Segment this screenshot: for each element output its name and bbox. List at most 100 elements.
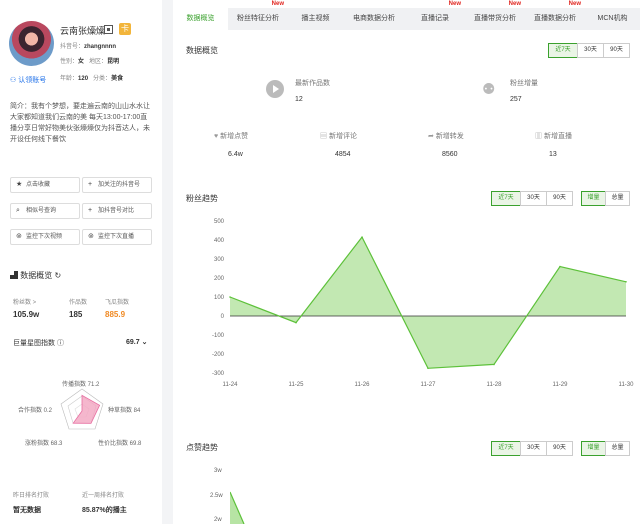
user-icon: ⚇ xyxy=(10,77,19,84)
y-tick-label: -300 xyxy=(212,371,225,377)
monitor-video-button[interactable]: ⊚ 监控下次视频 xyxy=(10,229,80,245)
radar-label-spread: 传播指数 71.2 xyxy=(62,380,100,388)
tab-fans-analysis[interactable]: 粉丝特征分析 New xyxy=(228,1,288,30)
summary-range-90d[interactable]: 90天 xyxy=(603,43,630,58)
search-icon: ⌕ xyxy=(16,207,20,214)
lives-value: 13 xyxy=(549,151,557,158)
tab-mcn[interactable]: MCN机构 xyxy=(585,8,640,30)
rank-yesterday-value: 暂无数据 xyxy=(13,507,41,514)
fans-range-90d[interactable]: 90天 xyxy=(546,191,573,206)
fans-range-30d[interactable]: 30天 xyxy=(520,191,547,206)
fans-mode-increment[interactable]: 增量 xyxy=(581,191,606,206)
x-tick-label: 11-26 xyxy=(355,382,371,388)
fans-range-7d[interactable]: 近7天 xyxy=(491,191,521,206)
profile-sidebar: 云南张燺燺 卡 抖音号：zhangnnnn 性别：女 地区：昆明 年龄：120 … xyxy=(0,0,162,524)
fans-mode-total[interactable]: 总量 xyxy=(605,191,630,206)
avatar[interactable] xyxy=(9,21,54,66)
likes-label: ♥ 新增点赞 xyxy=(214,133,249,140)
radar-label-value: 性价比指数 69.8 xyxy=(98,439,142,447)
likes-tick: 3w xyxy=(214,468,222,474)
plus-icon: + xyxy=(88,181,93,188)
age-category-row: 年龄：120 分类：美食 xyxy=(60,76,124,82)
profile-name: 云南张燺燺 xyxy=(60,26,106,36)
data-point[interactable] xyxy=(625,281,627,283)
qr-code-icon[interactable] xyxy=(104,25,113,34)
likes-mode-increment[interactable]: 增量 xyxy=(581,441,606,456)
plus-icon: + xyxy=(88,207,93,214)
fans-trend-chart: 500 400 300 200 100 0 -100 -200 -300 11-24 11-25 11… xyxy=(212,219,635,388)
radar-label-growth: 涨粉指数 68.3 xyxy=(25,439,63,447)
comment-icon: ▤ xyxy=(320,133,329,140)
x-tick-label: 11-30 xyxy=(619,382,635,388)
tab-live-records[interactable]: 直播记录 New xyxy=(405,1,465,30)
tab-overview[interactable]: 数据概览 xyxy=(173,8,228,30)
compare-button[interactable]: + 加抖音号对比 xyxy=(82,203,152,219)
shares-value: 8560 xyxy=(442,151,458,158)
quality-value[interactable]: 69.7 ⌄ xyxy=(126,338,147,346)
refresh-icon[interactable]: ↻ xyxy=(54,271,61,280)
works-count: 185 xyxy=(69,310,83,319)
share-icon: ➦ xyxy=(428,133,436,140)
summary-range-7d[interactable]: 近7天 xyxy=(548,43,578,58)
new-badge: New xyxy=(448,1,461,7)
tab-videos[interactable]: 播主视频 xyxy=(288,8,343,30)
account-badge-icon: 卡 xyxy=(119,23,131,35)
y-tick-label: 200 xyxy=(214,276,225,282)
radar-chart: 传播指数 71.2 种草指数 84 性价比指数 69.8 涨粉指数 68.3 合… xyxy=(18,380,142,447)
monitor-live-button[interactable]: ⊚ 监控下次直播 xyxy=(82,229,152,245)
fans-growth-label: 粉丝增量 xyxy=(510,80,538,87)
favorite-button[interactable]: ★ 点击收藏 xyxy=(10,177,80,193)
bar-chart-icon: ▟ xyxy=(10,271,21,280)
summary-title: 数据概览 xyxy=(186,46,218,55)
fans-trend-title: 粉丝趋势 xyxy=(186,194,218,203)
data-point[interactable] xyxy=(559,265,561,268)
works-label: 作品数 xyxy=(69,300,88,306)
tab-ecommerce[interactable]: 电商数据分析 xyxy=(343,8,405,30)
new-badge: New xyxy=(568,1,581,7)
likes-range-7d[interactable]: 近7天 xyxy=(491,441,521,456)
data-point[interactable] xyxy=(295,321,297,324)
y-tick-label: -200 xyxy=(212,352,225,358)
data-point[interactable] xyxy=(493,363,495,366)
likes-trend-title: 点赞趋势 xyxy=(186,443,218,452)
quality-label: 巨量星图指数 ⓘ xyxy=(13,340,64,347)
douyin-id-row: 抖音号：zhangnnnn xyxy=(60,44,117,50)
data-point[interactable] xyxy=(229,296,231,298)
likes-tick: 2w xyxy=(214,517,222,523)
tab-live-data[interactable]: 直播数据分析 New xyxy=(525,1,585,30)
likes-range-30d[interactable]: 30天 xyxy=(520,441,547,456)
summary-range-30d[interactable]: 30天 xyxy=(577,43,604,58)
overview-title: ▟ 数据概览 ↻ xyxy=(10,271,62,280)
radar-label-seeding: 种草指数 84 xyxy=(108,406,141,414)
index-value: 885.9 xyxy=(105,310,126,319)
y-tick-label: 300 xyxy=(214,257,225,263)
x-tick-label: 11-29 xyxy=(553,382,569,388)
x-tick-label: 11-27 xyxy=(421,382,437,388)
fans-count: 105.9w xyxy=(13,310,40,319)
rank-week-value: 85.87%的播主 xyxy=(82,507,127,514)
monitor-icon: ⊚ xyxy=(16,233,22,240)
lives-label: ▥ 新增直播 xyxy=(535,133,572,140)
add-follow-button[interactable]: + 加关注的抖音号 xyxy=(82,177,152,193)
fans-area xyxy=(230,237,626,369)
likes-mode-total[interactable]: 总量 xyxy=(605,441,630,456)
y-tick-label: 100 xyxy=(214,295,225,301)
y-tick-label: 400 xyxy=(214,238,225,244)
data-point[interactable] xyxy=(361,236,363,238)
latest-works-value: 12 xyxy=(295,96,303,103)
x-tick-label: 11-25 xyxy=(289,382,305,388)
info-icon[interactable]: ⓘ xyxy=(57,340,64,347)
similar-search-button[interactable]: ⌕ 相似号查询 xyxy=(10,203,80,219)
data-point[interactable] xyxy=(427,367,429,370)
latest-works-label: 最新作品数 xyxy=(295,80,330,87)
likes-trend-chart xyxy=(230,491,245,524)
radar-label-coop: 合作指数 0.2 xyxy=(18,406,53,414)
likes-tick: 2.5w xyxy=(210,493,223,499)
fans-label[interactable]: 粉丝数 > xyxy=(13,297,36,306)
tab-live-sales[interactable]: 直播带货分析 New xyxy=(465,1,525,30)
likes-range-90d[interactable]: 90天 xyxy=(546,441,573,456)
tab-bar: 数据概览 粉丝特征分析 New 播主视频 电商数据分析 直播记录 New 直播带货分… xyxy=(173,1,640,30)
shares-label: ➦ 新增转发 xyxy=(428,133,464,140)
new-badge: New xyxy=(508,1,521,7)
verify-account-link[interactable]: ⚇ 认领账号 xyxy=(10,75,46,85)
